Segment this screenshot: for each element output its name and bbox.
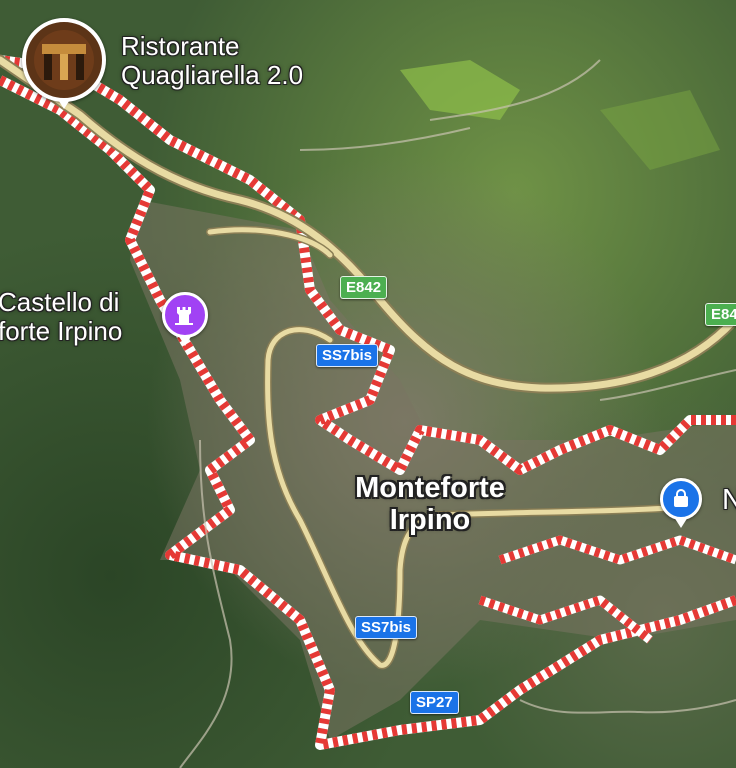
road-shield-sp27[interactable]: SP27	[410, 691, 459, 714]
town-name-line2: Irpino	[389, 504, 471, 537]
shopping-bag-icon	[674, 489, 688, 507]
restaurant-photo-icon	[34, 30, 94, 90]
restaurant-name-line1: Ristorante	[121, 31, 240, 61]
castle-marker[interactable]	[162, 292, 208, 346]
town-name-line1: Monteforte	[355, 472, 505, 504]
shop-marker[interactable]	[660, 478, 702, 528]
restaurant-label[interactable]: Ristorante Quagliarella 2.0	[121, 31, 304, 91]
town-label[interactable]: Monteforte Irpino	[335, 472, 525, 537]
restaurant-marker[interactable]	[22, 18, 106, 109]
road-shield-e842-edge[interactable]: E84	[705, 303, 736, 326]
shop-label[interactable]: N	[722, 484, 736, 516]
castle-label[interactable]: Castello di forte Irpino	[0, 287, 123, 347]
castle-name-line2: forte Irpino	[0, 316, 123, 347]
road-shield-ss7bis-north[interactable]: SS7bis	[316, 344, 379, 367]
road-shield-e842[interactable]: E842	[340, 276, 388, 299]
castle-name-line1: Castello di	[0, 287, 120, 317]
satellite-map[interactable]	[0, 0, 736, 768]
road-shield-ss7bis-south[interactable]: SS7bis	[355, 616, 418, 639]
castle-icon	[175, 307, 193, 325]
restaurant-name-line2: Quagliarella 2.0	[121, 60, 304, 91]
